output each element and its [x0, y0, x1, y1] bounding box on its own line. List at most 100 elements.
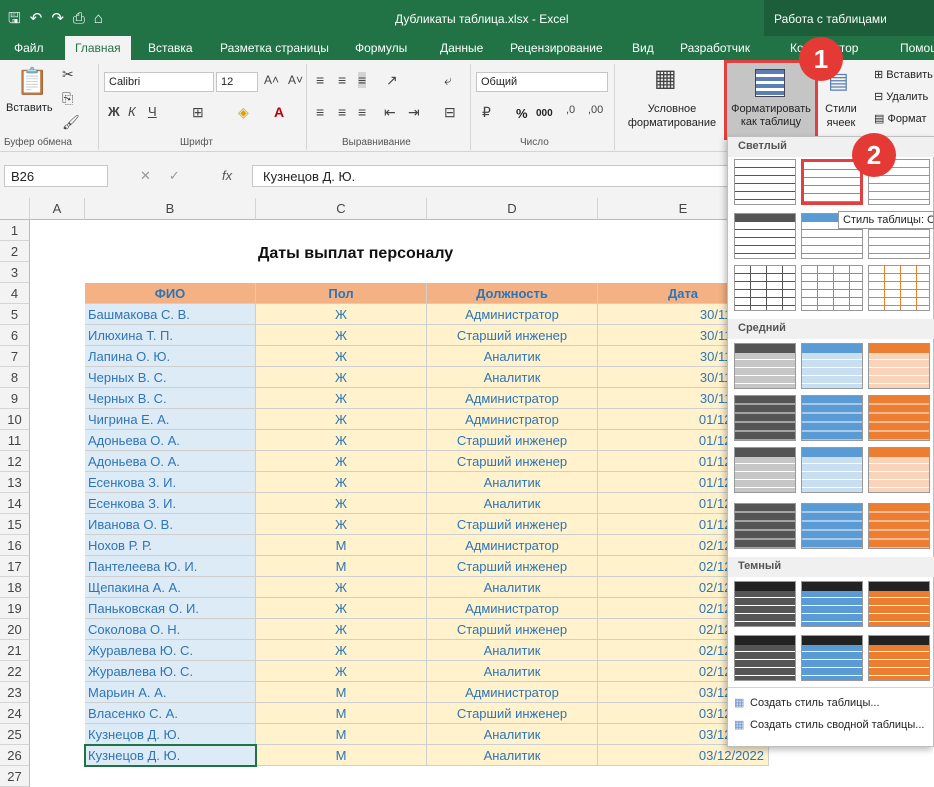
percent-button[interactable]: % — [516, 106, 528, 121]
table-style-thumbnail[interactable] — [868, 503, 930, 549]
table-style-thumbnail[interactable] — [801, 503, 863, 549]
tab-home[interactable]: Главная — [65, 36, 131, 60]
row-header[interactable]: 20 — [0, 619, 30, 640]
create-table-style-item[interactable]: ▦ Создать стиль таблицы... — [734, 696, 880, 709]
table-style-thumbnail[interactable] — [868, 581, 930, 627]
table-style-thumbnail[interactable] — [734, 503, 796, 549]
orientation-icon[interactable]: ↗ — [386, 72, 398, 89]
cell-gender[interactable]: М — [256, 703, 427, 724]
cell-gender[interactable]: Ж — [256, 304, 427, 325]
format-painter-icon[interactable]: 🖌 — [62, 114, 80, 131]
row-header[interactable]: 23 — [0, 682, 30, 703]
fill-color-icon[interactable]: ◈ — [238, 104, 249, 121]
tab-developer[interactable]: Разработчик — [680, 41, 750, 55]
cell-position[interactable]: Администратор — [427, 682, 598, 703]
table-style-thumbnail[interactable] — [801, 447, 863, 493]
cell-gender[interactable]: Ж — [256, 577, 427, 598]
cell-fio[interactable]: Есенкова З. И. — [85, 493, 256, 514]
cell-position[interactable]: Старший инженер — [427, 325, 598, 346]
sheet-title-cell[interactable]: Даты выплат персоналу — [258, 245, 453, 263]
table-style-thumbnail[interactable] — [734, 343, 796, 389]
table-style-thumbnail[interactable] — [734, 581, 796, 627]
tab-data[interactable]: Данные — [440, 41, 483, 55]
quick-access-toolbar[interactable]: 🖫↶↷⎙⌂ — [8, 8, 112, 33]
cell-gender[interactable]: Ж — [256, 430, 427, 451]
align-left-icon[interactable]: ≡ — [316, 104, 324, 120]
align-center-icon[interactable]: ≡ — [338, 104, 346, 120]
cell-position[interactable]: Администратор — [427, 388, 598, 409]
cell-position[interactable]: Администратор — [427, 409, 598, 430]
cell-gender[interactable]: М — [256, 724, 427, 745]
align-middle-icon[interactable]: ≡ — [338, 72, 346, 88]
cell-position[interactable]: Аналитик — [427, 661, 598, 682]
tab-view[interactable]: Вид — [632, 41, 654, 55]
italic-icon[interactable]: К — [128, 104, 136, 119]
cell-position[interactable]: Старший инженер — [427, 430, 598, 451]
grow-font-icon[interactable]: A˄ — [264, 73, 279, 87]
underline-icon[interactable]: Ч — [148, 104, 157, 119]
table-style-thumbnail[interactable] — [801, 159, 863, 205]
table-style-thumbnail[interactable] — [868, 395, 930, 441]
align-bottom-icon[interactable]: ≡ — [358, 72, 367, 88]
cell-fio[interactable]: Черных В. С. — [85, 367, 256, 388]
cell-fio[interactable]: Адоньева О. А. — [85, 451, 256, 472]
table-style-thumbnail[interactable] — [734, 395, 796, 441]
row-header[interactable]: 14 — [0, 493, 30, 514]
font-size-combo[interactable]: 12 — [216, 72, 258, 92]
align-top-icon[interactable]: ≡ — [316, 72, 324, 88]
shrink-font-icon[interactable]: A˅ — [288, 73, 303, 87]
align-right-icon[interactable]: ≡ — [358, 104, 366, 120]
table-style-thumbnail[interactable] — [734, 635, 796, 681]
delete-cells-button[interactable]: ⊟ Удалить — [874, 90, 928, 103]
cell-position[interactable]: Аналитик — [427, 493, 598, 514]
paste-button[interactable]: Вставить — [6, 102, 53, 114]
table-style-thumbnail[interactable] — [734, 265, 796, 311]
cell-gender[interactable]: Ж — [256, 493, 427, 514]
currency-icon[interactable]: ₽ — [482, 104, 491, 121]
row-header[interactable]: 4 — [0, 283, 30, 304]
cell-fio[interactable]: Щепакина А. А. — [85, 577, 256, 598]
decrease-decimal-icon[interactable]: ,00 — [588, 104, 603, 116]
create-pivot-style-item[interactable]: ▦ Создать стиль сводной таблицы... — [734, 718, 924, 731]
borders-icon[interactable]: ⊞ — [192, 104, 204, 121]
cell-gender[interactable]: Ж — [256, 451, 427, 472]
wrap-text-icon[interactable]: ⤶ — [444, 72, 452, 89]
table-style-thumbnail[interactable] — [868, 635, 930, 681]
cell-gender[interactable]: Ж — [256, 367, 427, 388]
cell-gender[interactable]: Ж — [256, 472, 427, 493]
cell-fio[interactable]: Марьин А. А. — [85, 682, 256, 703]
cell-fio[interactable]: Черных В. С. — [85, 388, 256, 409]
cell-fio[interactable]: Пантелеева Ю. И. — [85, 556, 256, 577]
row-header[interactable]: 15 — [0, 514, 30, 535]
cell-position[interactable]: Аналитик — [427, 640, 598, 661]
cut-icon[interactable]: ✂ — [62, 66, 74, 83]
table-style-thumbnail[interactable] — [801, 635, 863, 681]
thousands-button[interactable]: 000 — [536, 108, 553, 119]
table-style-thumbnail[interactable] — [801, 265, 863, 311]
name-box[interactable]: B26 — [4, 165, 108, 187]
cell-position[interactable]: Аналитик — [427, 724, 598, 745]
cell-position[interactable]: Администратор — [427, 598, 598, 619]
table-style-thumbnail[interactable] — [868, 265, 930, 311]
number-format-combo[interactable]: Общий — [476, 72, 608, 92]
indent-icon[interactable]: ⇤ — [384, 104, 396, 121]
cell-position[interactable]: Старший инженер — [427, 703, 598, 724]
table-header-gender[interactable]: Пол — [256, 283, 427, 304]
row-header[interactable]: 21 — [0, 640, 30, 661]
cell-gender[interactable]: М — [256, 535, 427, 556]
tab-review[interactable]: Рецензирование — [510, 41, 603, 55]
cell-date[interactable]: 03/12/2022 — [598, 745, 769, 766]
tab-insert[interactable]: Вставка — [148, 41, 193, 55]
cell-gender[interactable]: М — [256, 682, 427, 703]
row-header[interactable]: 5 — [0, 304, 30, 325]
tab-tell-me[interactable]: Помощник — [900, 41, 934, 55]
cell-fio[interactable]: Есенкова З. И. — [85, 472, 256, 493]
cell-fio[interactable]: Паньковская О. И. — [85, 598, 256, 619]
cell-position[interactable]: Старший инженер — [427, 619, 598, 640]
cell-gender[interactable]: Ж — [256, 661, 427, 682]
table-style-thumbnail[interactable] — [801, 581, 863, 627]
cell-fio[interactable]: Чигрина Е. А. — [85, 409, 256, 430]
row-header[interactable]: 22 — [0, 661, 30, 682]
row-header[interactable]: 26 — [0, 745, 30, 766]
cell-gender[interactable]: Ж — [256, 598, 427, 619]
